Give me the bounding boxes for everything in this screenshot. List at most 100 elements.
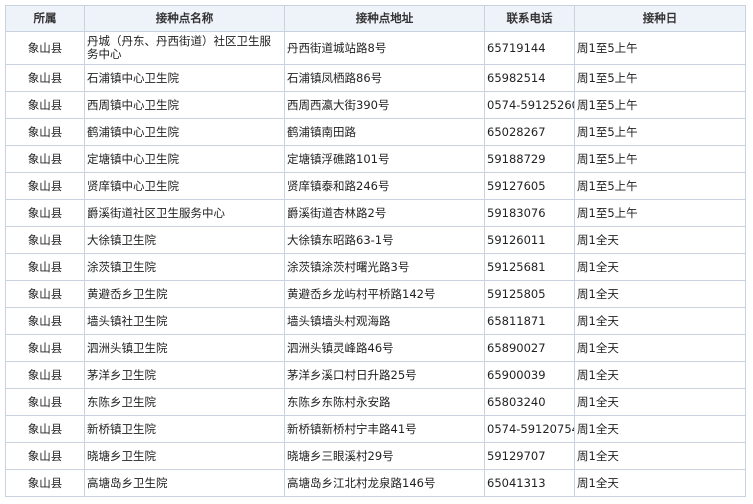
cell-schedule: 周1全天: [574, 280, 746, 308]
cell-county: 象山县: [5, 415, 85, 443]
cell-site-address: 贤庠镇泰和路246号: [284, 172, 485, 200]
table-row: 象山县 丹城（丹东、丹西街道）社区卫生服务中心 丹西街道城站路8号 657191…: [5, 31, 746, 65]
header-phone: 联系电话: [484, 5, 575, 32]
cell-site-address: 涂茨镇涂茨村曙光路3号: [284, 253, 485, 281]
cell-county: 象山县: [5, 64, 85, 92]
header-site-address: 接种点地址: [284, 5, 485, 32]
table-row: 象山县 贤庠镇中心卫生院 贤庠镇泰和路246号 59127605 周1至5上午: [5, 172, 746, 200]
header-county: 所属: [5, 5, 85, 32]
cell-schedule: 周1全天: [574, 388, 746, 416]
cell-site-address: 鹤浦镇南田路: [284, 118, 485, 146]
cell-site-address: 石浦镇凤栖路86号: [284, 64, 485, 92]
cell-phone: 59183076: [484, 199, 575, 227]
cell-schedule: 周1全天: [574, 226, 746, 254]
cell-schedule: 周1全天: [574, 253, 746, 281]
table-row: 象山县 黄避岙乡卫生院 黄避岙乡龙屿村平桥路142号 59125805 周1全天: [5, 280, 746, 308]
cell-county: 象山县: [5, 280, 85, 308]
table-row: 象山县 高塘岛乡卫生院 高塘岛乡江北村龙泉路146号 65041313 周1全天: [5, 469, 746, 497]
cell-site-address: 西周西瀛大街390号: [284, 91, 485, 119]
table-header-row: 所属 接种点名称 接种点地址 联系电话 接种日: [5, 5, 746, 32]
cell-phone: 59127605: [484, 172, 575, 200]
cell-schedule: 周1至5上午: [574, 64, 746, 92]
cell-site-name: 东陈乡卫生院: [84, 388, 285, 416]
cell-phone: 59126011: [484, 226, 575, 254]
cell-site-name: 新桥镇卫生院: [84, 415, 285, 443]
cell-phone: 65982514: [484, 64, 575, 92]
cell-site-name: 石浦镇中心卫生院: [84, 64, 285, 92]
table-row: 象山县 爵溪街道社区卫生服务中心 爵溪街道杏林路2号 59183076 周1至5…: [5, 199, 746, 227]
cell-county: 象山县: [5, 334, 85, 362]
cell-site-name: 丹城（丹东、丹西街道）社区卫生服务中心: [84, 31, 285, 65]
cell-schedule: 周1全天: [574, 442, 746, 470]
table-row: 象山县 西周镇中心卫生院 西周西瀛大街390号 0574-59125260 周1…: [5, 91, 746, 119]
header-schedule: 接种日: [574, 5, 746, 32]
cell-site-name: 晓塘乡卫生院: [84, 442, 285, 470]
cell-county: 象山县: [5, 253, 85, 281]
cell-county: 象山县: [5, 361, 85, 389]
cell-county: 象山县: [5, 172, 85, 200]
cell-site-name: 泗洲头镇卫生院: [84, 334, 285, 362]
table-row: 象山县 晓塘乡卫生院 晓塘乡三眼溪村29号 59129707 周1全天: [5, 442, 746, 470]
cell-schedule: 周1全天: [574, 415, 746, 443]
cell-county: 象山县: [5, 31, 85, 65]
cell-site-address: 新桥镇新桥村宁丰路41号: [284, 415, 485, 443]
cell-schedule: 周1全天: [574, 307, 746, 335]
cell-site-name: 爵溪街道社区卫生服务中心: [84, 199, 285, 227]
cell-site-address: 晓塘乡三眼溪村29号: [284, 442, 485, 470]
cell-phone: 59125805: [484, 280, 575, 308]
table-row: 象山县 石浦镇中心卫生院 石浦镇凤栖路86号 65982514 周1至5上午: [5, 64, 746, 92]
cell-county: 象山县: [5, 118, 85, 146]
cell-phone: 65811871: [484, 307, 575, 335]
table-row: 象山县 墙头镇社卫生院 墙头镇墙头村观海路 65811871 周1全天: [5, 307, 746, 335]
cell-schedule: 周1全天: [574, 334, 746, 362]
cell-site-address: 东陈乡东陈村永安路: [284, 388, 485, 416]
cell-schedule: 周1至5上午: [574, 118, 746, 146]
cell-county: 象山县: [5, 307, 85, 335]
cell-schedule: 周1至5上午: [574, 91, 746, 119]
cell-site-name: 大徐镇卫生院: [84, 226, 285, 254]
cell-schedule: 周1全天: [574, 469, 746, 497]
table-row: 象山县 涂茨镇卫生院 涂茨镇涂茨村曙光路3号 59125681 周1全天: [5, 253, 746, 281]
table-row: 象山县 大徐镇卫生院 大徐镇东昭路63-1号 59126011 周1全天: [5, 226, 746, 254]
cell-site-name: 墙头镇社卫生院: [84, 307, 285, 335]
cell-site-name: 定塘镇中心卫生院: [84, 145, 285, 173]
cell-site-address: 高塘岛乡江北村龙泉路146号: [284, 469, 485, 497]
cell-site-address: 茅洋乡溪口村日升路25号: [284, 361, 485, 389]
cell-site-address: 泗洲头镇灵峰路46号: [284, 334, 485, 362]
cell-site-name: 茅洋乡卫生院: [84, 361, 285, 389]
table-row: 象山县 新桥镇卫生院 新桥镇新桥村宁丰路41号 0574-59120754 周1…: [5, 415, 746, 443]
table-row: 象山县 茅洋乡卫生院 茅洋乡溪口村日升路25号 65900039 周1全天: [5, 361, 746, 389]
table-row: 象山县 泗洲头镇卫生院 泗洲头镇灵峰路46号 65890027 周1全天: [5, 334, 746, 362]
cell-county: 象山县: [5, 388, 85, 416]
header-site-name: 接种点名称: [84, 5, 285, 32]
cell-site-address: 丹西街道城站路8号: [284, 31, 485, 65]
cell-schedule: 周1全天: [574, 361, 746, 389]
cell-schedule: 周1至5上午: [574, 145, 746, 173]
table-row: 象山县 定塘镇中心卫生院 定塘镇浮礁路101号 59188729 周1至5上午: [5, 145, 746, 173]
cell-phone: 65890027: [484, 334, 575, 362]
cell-phone: 59129707: [484, 442, 575, 470]
cell-county: 象山县: [5, 91, 85, 119]
cell-site-address: 大徐镇东昭路63-1号: [284, 226, 485, 254]
table-row: 象山县 东陈乡卫生院 东陈乡东陈村永安路 65803240 周1全天: [5, 388, 746, 416]
cell-site-name: 贤庠镇中心卫生院: [84, 172, 285, 200]
cell-site-name: 黄避岙乡卫生院: [84, 280, 285, 308]
cell-site-name: 鹤浦镇中心卫生院: [84, 118, 285, 146]
cell-county: 象山县: [5, 199, 85, 227]
cell-phone: 59188729: [484, 145, 575, 173]
cell-site-name: 涂茨镇卫生院: [84, 253, 285, 281]
cell-site-address: 黄避岙乡龙屿村平桥路142号: [284, 280, 485, 308]
cell-site-address: 墙头镇墙头村观海路: [284, 307, 485, 335]
cell-site-address: 爵溪街道杏林路2号: [284, 199, 485, 227]
vaccination-sites-table-container: 所属 接种点名称 接种点地址 联系电话 接种日 象山县 丹城（丹东、丹西街道）社…: [5, 5, 746, 497]
cell-phone: 59125681: [484, 253, 575, 281]
cell-phone: 0574-59120754: [484, 415, 575, 443]
cell-site-address: 定塘镇浮礁路101号: [284, 145, 485, 173]
cell-county: 象山县: [5, 469, 85, 497]
cell-county: 象山县: [5, 145, 85, 173]
cell-county: 象山县: [5, 226, 85, 254]
cell-schedule: 周1至5上午: [574, 199, 746, 227]
cell-phone: 65803240: [484, 388, 575, 416]
cell-schedule: 周1至5上午: [574, 172, 746, 200]
cell-phone: 65028267: [484, 118, 575, 146]
